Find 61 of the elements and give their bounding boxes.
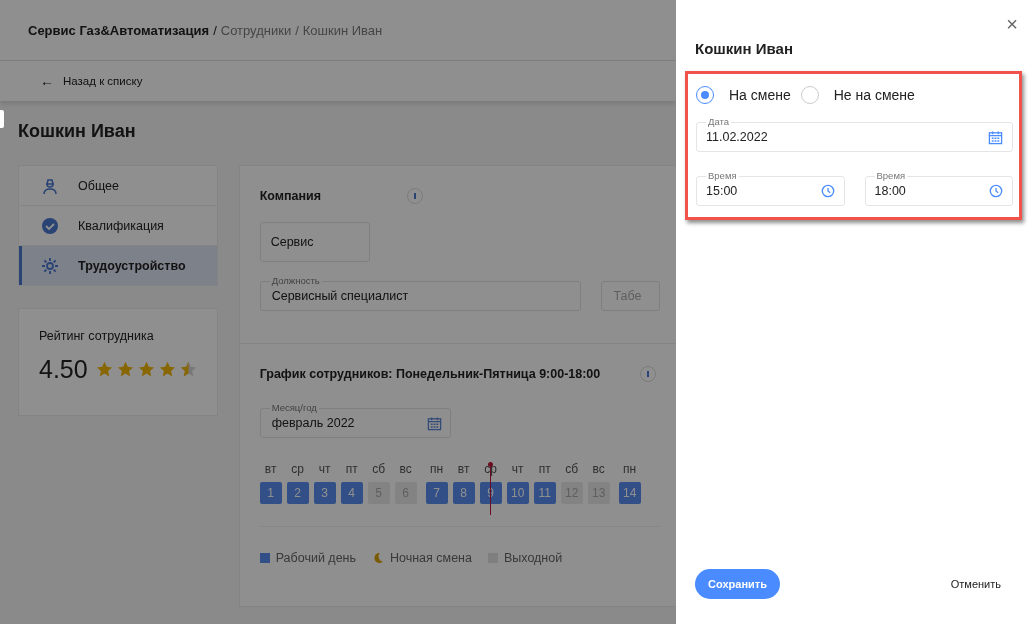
weekday-label: вс <box>399 462 412 476</box>
day-cell[interactable]: 4 <box>340 482 363 504</box>
day-cell[interactable]: 10 <box>506 482 529 504</box>
weekday-label: сб <box>565 462 579 476</box>
weekday-label: чт <box>318 462 331 476</box>
dim-overlay[interactable] <box>0 0 676 624</box>
drawer-title: Кошкин Иван <box>695 40 794 57</box>
day-cell[interactable]: 7 <box>425 482 448 504</box>
weekday-label: вс <box>592 462 605 476</box>
half-star-icon <box>179 361 197 378</box>
rating-value: 4.50 <box>39 355 88 384</box>
star-icon <box>158 361 176 378</box>
weekday-label: чт <box>511 462 524 476</box>
weekday-label: вт <box>264 462 277 476</box>
cancel-button[interactable]: Отменить <box>950 578 1001 590</box>
weekday-label: ср <box>291 462 304 476</box>
weekday-label: вт <box>457 462 470 476</box>
breadcrumb-separator: / <box>213 22 217 38</box>
sidebar-item[interactable]: Общее <box>19 166 217 206</box>
section-title: Компания <box>259 189 322 203</box>
day-cell[interactable]: 8 <box>452 482 475 504</box>
section-title: График сотрудников: Понедельник-Пятница 9:00-18:00 <box>259 367 601 381</box>
weekday-label: пт <box>345 462 358 476</box>
day-cell[interactable]: 2 <box>286 482 309 504</box>
save-button[interactable]: Сохранить <box>695 569 780 599</box>
radio-option[interactable]: Не на смене <box>800 86 915 104</box>
legend-swatch <box>259 553 270 563</box>
clock-icon[interactable] <box>989 184 1003 198</box>
weekday-label: пн <box>430 462 444 476</box>
calendar-icon[interactable] <box>426 416 442 431</box>
breadcrumb-item[interactable]: Сотрудники <box>220 22 292 38</box>
day-cell[interactable]: 3 <box>313 482 336 504</box>
weekday-label: пн <box>623 462 637 476</box>
day-cell[interactable]: 14 <box>618 482 641 504</box>
close-button[interactable]: × <box>1006 14 1018 34</box>
page-title: Кошкин Иван <box>18 121 137 142</box>
gear-icon <box>41 256 59 275</box>
rating-title: Рейтинг сотрудника <box>39 329 155 343</box>
company-field[interactable]: Сервис <box>259 222 370 262</box>
breadcrumb-item: Кошкин Иван <box>302 22 383 38</box>
day-cell[interactable]: 1 <box>259 482 282 504</box>
star-icon <box>95 361 113 378</box>
legend-label: Выходной <box>503 551 563 565</box>
weekday-label: пт <box>538 462 551 476</box>
moon-icon <box>372 552 384 564</box>
back-link[interactable]: Назад к списку <box>63 75 143 87</box>
weekday-label: сб <box>372 462 386 476</box>
back-arrow-icon[interactable]: ← <box>40 74 54 88</box>
worker-icon <box>41 176 59 195</box>
breadcrumb-separator: / <box>295 22 299 38</box>
legend-label: Ночная смена <box>390 551 472 565</box>
day-cell[interactable]: 11 <box>533 482 556 504</box>
breadcrumb-item[interactable]: Сервис Газ&Автоматизация <box>28 22 210 38</box>
star-icon <box>137 361 155 378</box>
check-circle-icon <box>41 216 59 235</box>
star-icon <box>116 361 134 378</box>
sidebar-item[interactable]: Трудоустройство <box>19 246 217 285</box>
calendar-icon[interactable] <box>988 130 1003 145</box>
legend-label: Рабочий день <box>275 551 356 565</box>
clock-icon[interactable] <box>820 184 835 198</box>
radio-option[interactable]: На смене <box>696 86 791 104</box>
